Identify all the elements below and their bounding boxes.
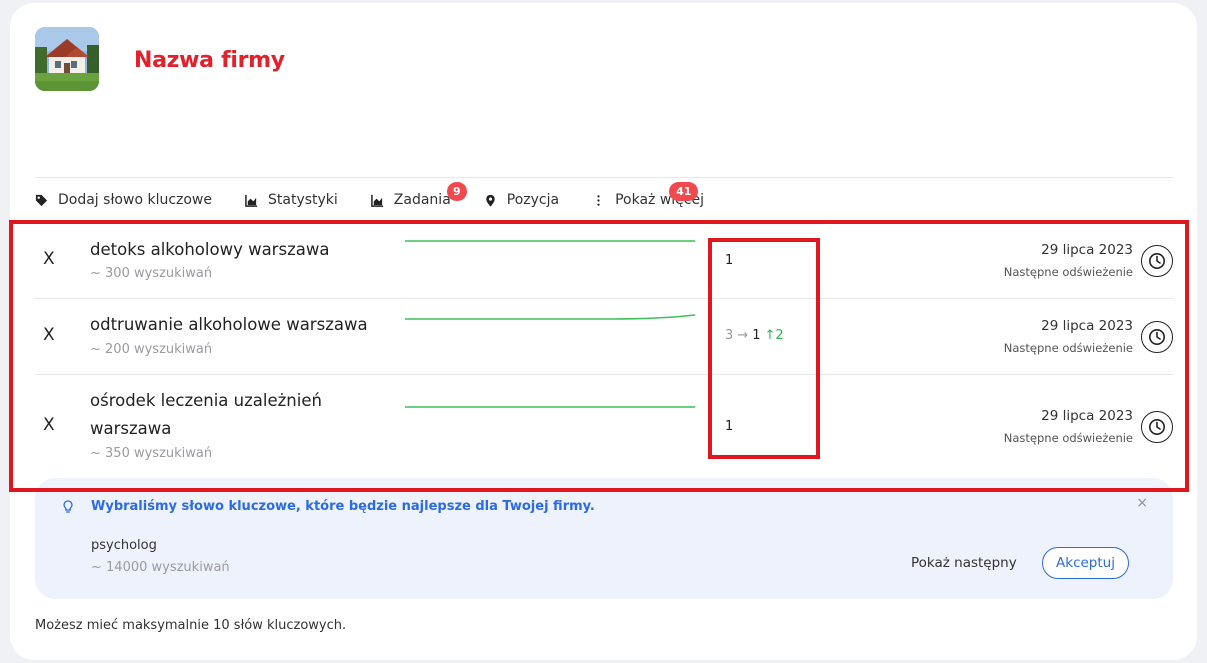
- clock-icon: [1149, 419, 1165, 435]
- refresh-label: Następne odświeżenie: [1003, 431, 1133, 445]
- position-gain: ↑2: [764, 328, 784, 343]
- suggested-keyword-searches: ~ 14000 wyszukiwań: [91, 560, 230, 575]
- refresh-date: 29 lipca 2023: [1041, 408, 1133, 424]
- refresh-button[interactable]: [1141, 321, 1173, 353]
- refresh-button[interactable]: [1141, 411, 1173, 443]
- position-sparkline: [405, 406, 695, 408]
- accept-suggestion-button[interactable]: Akceptuj: [1042, 547, 1129, 579]
- position-label: Pozycja: [506, 192, 560, 208]
- add-keyword-label: Dodaj słowo kluczowe: [58, 192, 212, 208]
- vertical-dots-icon: [597, 194, 600, 206]
- position-value: 1: [725, 253, 734, 268]
- clock-icon: [1149, 329, 1165, 345]
- refresh-label: Następne odświeżenie: [1003, 341, 1133, 355]
- keyword-row: X odtruwanie alkoholowe warszawa ~ 200 w…: [35, 299, 1173, 375]
- keyword-searches: ~ 350 wyszukiwań: [90, 446, 213, 461]
- refresh-button[interactable]: [1141, 245, 1173, 277]
- keyword-suggestion-panel: Wybraliśmy słowo kluczowe, które będzie …: [35, 478, 1173, 599]
- refresh-label: Następne odświeżenie: [1003, 265, 1133, 279]
- current-position: 1: [752, 328, 761, 343]
- position-sparkline: [405, 314, 695, 320]
- refresh-date: 29 lipca 2023: [1041, 318, 1133, 334]
- close-suggestion-button[interactable]: ×: [1136, 495, 1148, 511]
- remove-keyword-button[interactable]: X: [43, 415, 55, 435]
- arrow-right-icon: →: [737, 328, 749, 343]
- area-chart-icon: [245, 194, 258, 207]
- lightbulb-icon: [63, 500, 73, 513]
- keyword-searches: ~ 200 wyszukiwań: [90, 342, 213, 357]
- keyword-name: detoks alkoholowy warszawa: [90, 240, 330, 259]
- divider: [35, 177, 1173, 178]
- keyword-name: ośrodek leczenia uzależnień warszawa: [90, 391, 322, 438]
- clock-icon: [1149, 253, 1165, 269]
- keyword-limit-note: Możesz mieć maksymalnie 10 słów kluczowy…: [35, 618, 347, 633]
- area-chart-icon: [370, 194, 383, 207]
- remove-keyword-button[interactable]: X: [43, 325, 55, 345]
- tasks-label: Zadania: [393, 192, 451, 208]
- keyword-searches: ~ 300 wyszukiwań: [90, 266, 213, 281]
- company-name: Nazwa firmy: [134, 48, 285, 73]
- suggestion-message: Wybraliśmy słowo kluczowe, które będzie …: [91, 499, 595, 514]
- more-count-badge: 41: [669, 182, 699, 201]
- refresh-date: 29 lipca 2023: [1041, 242, 1133, 258]
- stats-label: Statystyki: [268, 192, 338, 208]
- tasks-count-badge: 9: [446, 182, 467, 201]
- company-logo: [35, 27, 99, 91]
- position-button[interactable]: Pozycja: [484, 192, 559, 208]
- keyword-toolbar: Dodaj słowo kluczowe Statystyki Zadania …: [35, 182, 737, 217]
- position-sparkline: [405, 240, 695, 242]
- keyword-name: odtruwanie alkoholowe warszawa: [90, 315, 368, 334]
- map-pin-icon: [486, 194, 495, 207]
- stats-button[interactable]: Statystyki: [245, 192, 338, 208]
- tag-icon: [35, 194, 48, 206]
- keyword-row: X detoks alkoholowy warszawa ~ 300 wyszu…: [35, 222, 1173, 299]
- tasks-button[interactable]: Zadania 9: [370, 182, 467, 208]
- position-change: 3 → 1 ↑2: [725, 328, 784, 343]
- remove-keyword-button[interactable]: X: [43, 249, 55, 269]
- keyword-table: X detoks alkoholowy warszawa ~ 300 wyszu…: [35, 222, 1173, 473]
- suggested-keyword: psycholog: [91, 538, 157, 553]
- previous-position: 3: [725, 328, 734, 343]
- add-keyword-button[interactable]: Dodaj słowo kluczowe: [35, 192, 212, 208]
- show-more-button[interactable]: Pokaż więcej 41: [592, 182, 704, 208]
- show-next-suggestion-button[interactable]: Pokaż następny: [911, 555, 1017, 571]
- keyword-row: X ośrodek leczenia uzależnień warszawa ~…: [35, 375, 1173, 473]
- position-value: 1: [725, 419, 734, 434]
